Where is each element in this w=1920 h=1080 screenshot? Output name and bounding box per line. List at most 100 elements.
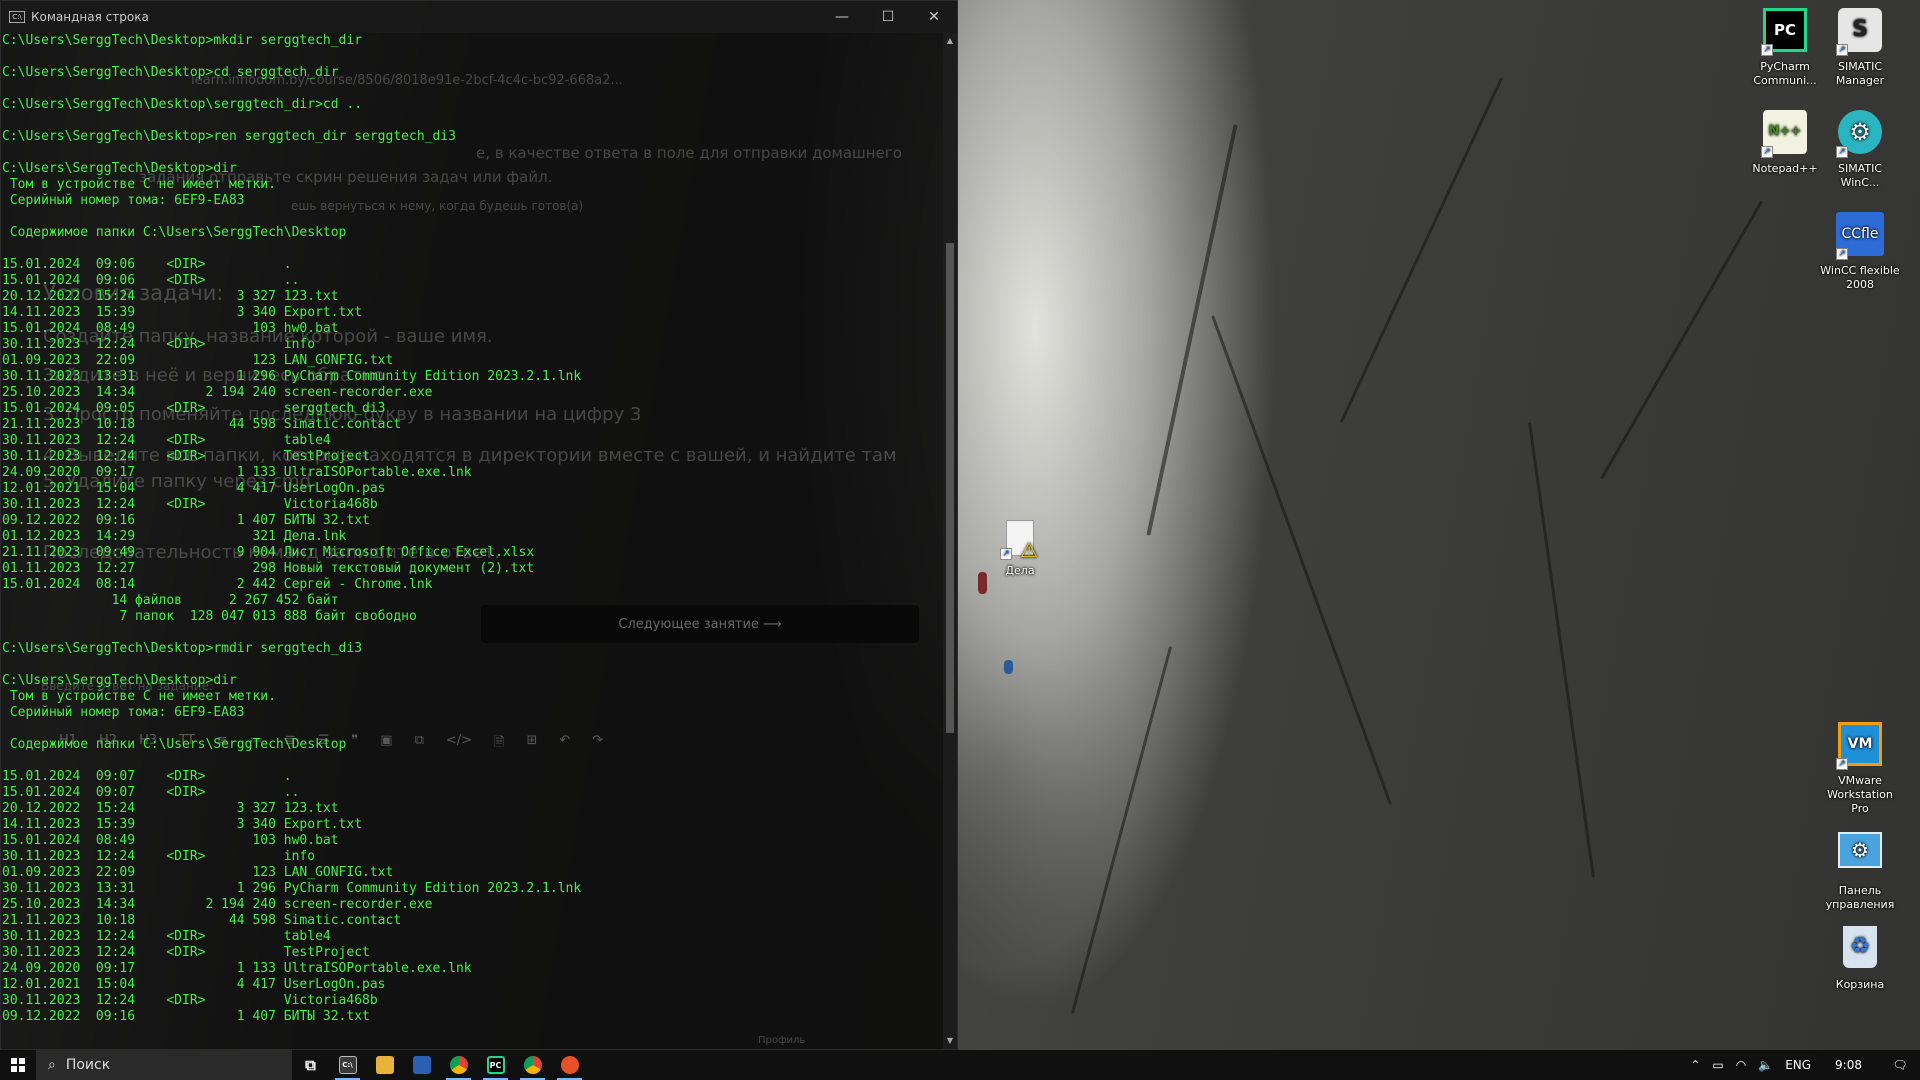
taskbar-app-cmd[interactable]: C:\ [329,1050,366,1080]
taskbar-search[interactable]: ⌕ Поиск [36,1050,292,1080]
console-line: 30.11.2023 12:24 <DIR> table4 [2,433,331,448]
taskbar-app-pycharm[interactable]: PC [477,1050,514,1080]
windows-logo-icon [11,1058,25,1072]
console-line: 30.11.2023 12:24 <DIR> info [2,337,316,352]
chrome-icon [449,1056,468,1074]
console-line: 14 файлов 2 267 452 байт [2,593,339,608]
scroll-down-arrow[interactable]: ▼ [943,1033,957,1049]
console-line: 24.09.2020 09:17 1 133 UltraISOPortable.… [2,465,472,480]
desktop-icon-dela[interactable]: ⚠ ↗ Дела [985,520,1055,578]
console-line: C:\Users\SerggTech\Desktop>mkdir serggte… [2,33,363,48]
console-line: C:\Users\SerggTech\Desktop>dir [2,673,237,688]
taskbar-app-screen-recorder[interactable] [551,1050,588,1080]
scrollbar-thumb[interactable] [946,243,954,733]
desktop-icon-simatic-manager[interactable]: S ↗ SIMATIC Manager [1819,8,1901,88]
clock[interactable]: 9:08 [1835,1058,1862,1072]
search-placeholder: Поиск [65,1057,111,1073]
console-line: 30.11.2023 12:24 <DIR> table4 [2,929,331,944]
console-line: 21.11.2023 10:18 44 598 Simatic.contact [2,417,402,432]
taskbar-app-explorer[interactable] [366,1050,403,1080]
console-line: Серийный номер тома: 6EF9-EA83 [2,705,245,720]
console-line: 15.01.2024 08:14 2 442 Сергей - Chrome.l… [2,577,433,592]
chevron-up-icon[interactable]: ⌃ [1690,1058,1700,1072]
volume-icon[interactable]: 🔈 [1758,1058,1773,1072]
recycle-bin-icon: ♻ [1836,926,1884,974]
console-line: 01.11.2023 12:27 298 Новый текстовый док… [2,561,535,576]
console-line: 30.11.2023 13:31 1 296 PyCharm Community… [2,881,582,896]
wifi-icon[interactable]: ◠ [1736,1058,1746,1072]
maximize-button[interactable]: ☐ [865,1,911,33]
console-line: 14.11.2023 15:39 3 340 Export.txt [2,305,363,320]
desktop-icon-simatic-wincc[interactable]: ⚙ ↗ SIMATIC WinC... [1819,110,1901,190]
console-line: 12.01.2021 15:04 4 417 UserLogOn.pas [2,481,386,496]
console-line: Том в устройстве C не имеет метки. [2,177,276,192]
desktop-icon-vmware[interactable]: VM ↗ VMware Workstation Pro [1819,722,1901,816]
console-line: 09.12.2022 09:16 1 407 БИТЫ 32.txt [2,1009,370,1024]
console-line: 20.12.2022 15:24 3 327 123.txt [2,801,339,816]
language-indicator[interactable]: ENG [1785,1058,1811,1072]
taskbar: ⌕ Поиск ⧉ C:\ PC ⌃ ▭ ◠ 🔈 ENG 9:08 🗨 [0,1050,1920,1080]
console-line: 30.11.2023 13:31 1 296 PyCharm Community… [2,369,582,384]
console-line: 30.11.2023 12:24 <DIR> TestProject [2,945,370,960]
taskbar-task-view[interactable]: ⧉ [292,1050,329,1080]
rock-crack [1211,315,1392,805]
console-line: 01.09.2023 22:09 123 LAN_GONFIG.txt [2,865,394,880]
console-line: C:\Users\SerggTech\Desktop>dir [2,161,237,176]
chrome-icon [523,1056,542,1074]
console-line: 7 папок 128 047 013 888 байт свободно [2,609,417,624]
console-line: 15.01.2024 09:06 <DIR> . [2,257,292,272]
taskbar-app-chrome-profile[interactable] [514,1050,551,1080]
start-button[interactable] [0,1050,36,1080]
console-line: C:\Users\SerggTech\Desktop\serggtech_dir… [2,97,363,112]
console-line: 15.01.2024 08:49 103 hw0.bat [2,833,339,848]
command-prompt-window[interactable]: C:\ Командная строка — ☐ ✕ learn.innodom… [0,0,958,1050]
console-scrollbar[interactable]: ▲ ▼ [943,33,957,1049]
console-line: 15.01.2024 09:06 <DIR> .. [2,273,300,288]
console-line: Содержимое папки C:\Users\SerggTech\Desk… [2,225,347,240]
desktop-icon-wincc-flexible[interactable]: CCfle ↗ WinCC flexible 2008 [1819,212,1901,292]
pycharm-icon: PC ↗ [1761,8,1809,56]
desktop-icon-control-panel[interactable]: ⚙ Панель управления [1819,828,1901,912]
cmd-icon: C:\ [9,11,25,23]
vmware-icon: VM ↗ [1836,722,1884,770]
console-line: Серийный номер тома: 6EF9-EA83 [2,193,245,208]
console-line: 30.11.2023 12:24 <DIR> info [2,849,316,864]
desktop-icon-notepadpp[interactable]: N++ ↗ Notepad++ [1744,110,1826,176]
console-line: 01.12.2023 14:29 321 Дела.lnk [2,529,347,544]
task-view-icon: ⧉ [305,1056,316,1074]
notification-icon[interactable]: 🗨 [1880,1050,1920,1080]
folder-icon [375,1056,394,1074]
taskbar-app-save[interactable] [403,1050,440,1080]
close-button[interactable]: ✕ [911,1,957,33]
minimize-button[interactable]: — [819,1,865,33]
rock-crack [1146,124,1238,536]
console-line: 12.01.2021 15:04 4 417 UserLogOn.pas [2,977,386,992]
console-line: 25.10.2023 14:34 2 194 240 screen-record… [2,897,433,912]
control-panel-icon: ⚙ [1836,832,1884,880]
taskbar-app-chrome[interactable] [440,1050,477,1080]
desktop-icon-recycle-bin[interactable]: ♻ Корзина [1819,926,1901,992]
system-tray: ⌃ ▭ ◠ 🔈 ENG 9:08 🗨 [1684,1050,1920,1080]
console-line: 21.11.2023 09:49 9 904 Лист Microsoft Of… [2,545,535,560]
console-line: 20.12.2022 15:24 3 327 123.txt [2,289,339,304]
console-line: C:\Users\SerggTech\Desktop>ren serggtech… [2,129,456,144]
console-output[interactable]: C:\Users\SerggTech\Desktop>mkdir serggte… [1,33,943,1049]
scroll-up-arrow[interactable]: ▲ [943,33,957,49]
notepadpp-icon: N++ ↗ [1761,110,1809,158]
window-title: Командная строка [31,10,149,24]
console-titlebar[interactable]: C:\ Командная строка — ☐ ✕ [1,1,957,33]
desktop-icon-pycharm[interactable]: PC ↗ PyCharm Communi... [1744,8,1826,88]
rock-crack [1528,422,1595,878]
simatic-manager-icon: S ↗ [1836,8,1884,56]
wincc-flexible-icon: CCfle ↗ [1836,212,1884,260]
console-line: 09.12.2022 09:16 1 407 БИТЫ 32.txt [2,513,370,528]
console-line: 30.11.2023 12:24 <DIR> TestProject [2,449,370,464]
battery-icon[interactable]: ▭ [1712,1058,1723,1072]
rock-crack [1339,77,1504,423]
console-line: 15.01.2024 09:05 <DIR> serggtech_di3 [2,401,386,416]
